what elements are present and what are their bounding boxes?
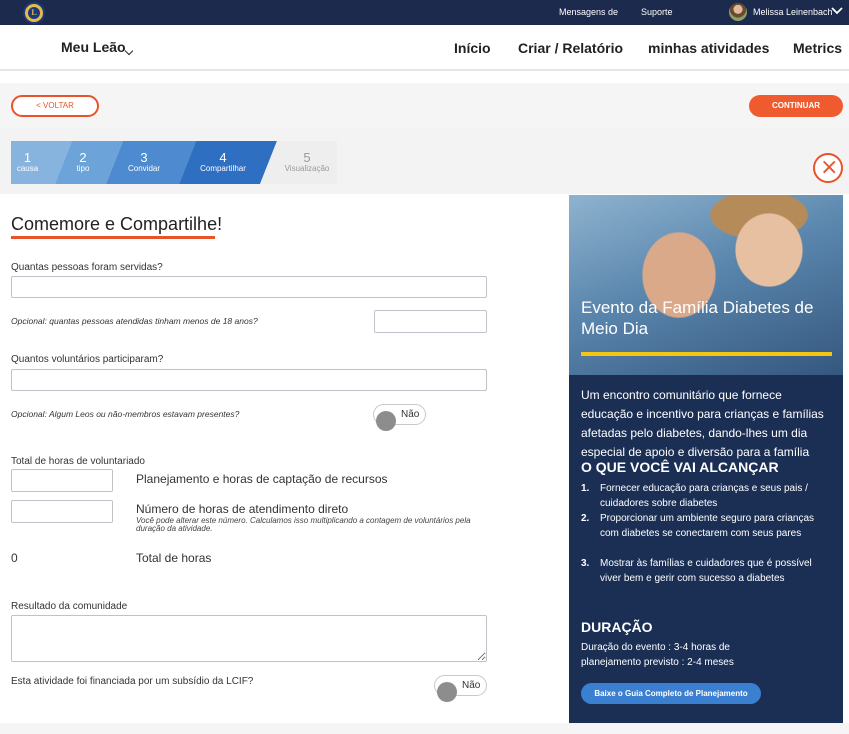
support-link[interactable]: Suporte xyxy=(641,7,673,17)
community-result-label: Resultado da comunidade xyxy=(11,601,128,612)
brand-my-lion[interactable]: Meu Leão xyxy=(61,39,126,55)
volunteers-label: Quantos voluntários participaram? xyxy=(11,354,164,365)
lcif-toggle[interactable]: Não xyxy=(434,675,487,702)
activity-title: Evento da Família Diabetes de Meio Dia xyxy=(581,298,814,338)
total-hours-value: 0 xyxy=(11,551,18,565)
lcif-label: Esta atividade foi financiada por um sub… xyxy=(11,676,254,687)
goals-heading: O QUE VOCÊ VAI ALCANÇAR xyxy=(581,459,779,475)
action-bar xyxy=(0,83,849,129)
goal-item: 1. Fornecer educação para crianças e seus… xyxy=(581,483,808,509)
leos-toggle[interactable]: Não xyxy=(373,404,426,431)
goal-item: 2. Proporcionar um ambiente seguro para c… xyxy=(581,513,814,539)
leos-toggle-text: Não xyxy=(401,409,420,420)
under18-input[interactable] xyxy=(374,310,487,333)
step-4-share[interactable]: 4 Compartilhar xyxy=(195,141,251,184)
leos-toggle-knob xyxy=(376,411,396,431)
total-hours-label: Total de horas xyxy=(136,551,212,565)
messages-link[interactable]: Mensagens de xyxy=(559,7,618,17)
continue-button[interactable]: CONTINUAR xyxy=(749,95,843,117)
leos-label: Opcional: Algum Leos ou não-membros esta… xyxy=(11,409,240,419)
lions-logo[interactable]: L xyxy=(23,2,45,24)
direct-hours-note: Você pode alterar este número. Calculamo… xyxy=(136,516,471,533)
activity-description: Um encontro comunitário que fornece educ… xyxy=(581,388,824,459)
back-button[interactable]: < VOLTAR xyxy=(11,95,99,117)
user-name[interactable]: Melissa Leinenbach xyxy=(753,7,833,17)
nav-link-my-activities[interactable]: minhas atividades xyxy=(648,40,769,56)
people-served-label: Quantas pessoas foram servidas? xyxy=(11,262,163,273)
activity-photo xyxy=(569,195,843,375)
page-title: Comemore e Compartilhe! xyxy=(11,214,223,234)
duration-heading: DURAÇÃO xyxy=(581,619,653,635)
goal-item: 3. Mostrar às famílias e cuidadores que é… xyxy=(581,558,812,584)
close-button[interactable]: × xyxy=(813,153,843,183)
nav-link-home[interactable]: Início xyxy=(454,40,491,56)
stepper: 1 causa 2 tipo 3 Convidar 4 Compartilhar 5 Vi… xyxy=(11,141,337,184)
top-bar xyxy=(0,0,849,25)
step-2-type[interactable]: 2 tipo xyxy=(73,141,93,184)
under18-label: Opcional: quantas pessoas atendidas tinh… xyxy=(11,316,258,326)
nav-link-create-report[interactable]: Criar / Relatório xyxy=(518,40,623,56)
hours-section-label: Total de horas de voluntariado xyxy=(11,456,145,467)
step-5-preview[interactable]: 5 Visualização xyxy=(281,141,333,184)
title-highlight-bar xyxy=(581,352,832,356)
lions-logo-letter: L xyxy=(28,7,40,19)
direct-hours-label: Número de horas de atendimento direto xyxy=(136,502,349,516)
duration-event: Duração do evento : 3-4 horas de xyxy=(581,642,730,653)
volunteers-input[interactable] xyxy=(11,369,487,391)
nav-link-metrics[interactable]: Metrics xyxy=(793,40,842,56)
footer-strip xyxy=(0,723,849,734)
planning-hours-input[interactable] xyxy=(11,469,113,492)
lcif-toggle-text: Não xyxy=(462,680,481,691)
step-3-invite[interactable]: 3 Convidar xyxy=(123,141,165,184)
chevron-down-icon[interactable] xyxy=(831,6,843,19)
people-served-input[interactable] xyxy=(11,276,487,298)
community-result-textarea[interactable] xyxy=(11,615,487,662)
download-guide-button[interactable]: Baixe o Guia Completo de Planejamento xyxy=(581,683,761,704)
close-icon: × xyxy=(820,155,839,180)
planning-hours-label: Planejamento e horas de captação de recu… xyxy=(136,472,388,486)
avatar[interactable] xyxy=(729,3,747,21)
direct-hours-input[interactable] xyxy=(11,500,113,523)
step-1-cause[interactable]: 1 causa xyxy=(11,141,44,184)
title-underline xyxy=(11,236,215,239)
lcif-toggle-knob xyxy=(437,682,457,702)
duration-planning: planejamento previsto : 2-4 meses xyxy=(581,657,734,668)
